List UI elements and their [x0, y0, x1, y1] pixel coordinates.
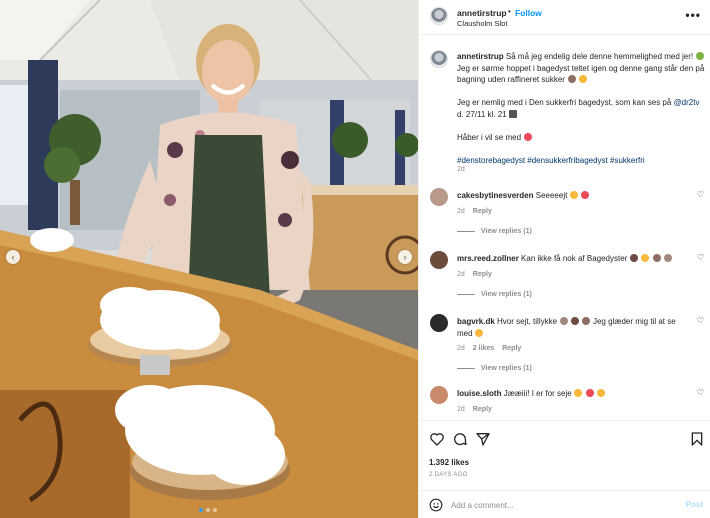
next-photo-button[interactable]: › — [398, 250, 412, 264]
heart-emoji-icon — [581, 191, 590, 199]
like-comment-icon[interactable]: ♡ — [697, 388, 704, 397]
comment-text: cakesbytinesverden Seeeeejt — [457, 190, 689, 202]
reply-button[interactable]: Reply — [502, 345, 521, 352]
post-date[interactable]: 2 DAYS AGO — [429, 472, 468, 478]
previous-photo-button[interactable]: ‹ — [6, 250, 20, 264]
follow-button[interactable]: Follow — [515, 8, 542, 18]
carousel-dot — [213, 508, 217, 512]
reply-button[interactable]: Reply — [473, 406, 492, 413]
avatar[interactable] — [430, 386, 448, 404]
heart-emoji-icon — [585, 389, 594, 397]
separator-dot: • — [508, 7, 511, 16]
carousel-dots — [199, 508, 217, 512]
comment-likes[interactable]: 2 likes — [473, 345, 494, 352]
caption-username[interactable]: annetirstrup — [457, 52, 504, 61]
post-username[interactable]: annetirstrup — [457, 8, 507, 18]
view-replies-button[interactable]: View replies (1) — [457, 365, 532, 372]
comment-input[interactable] — [451, 498, 671, 512]
emoji-icon — [695, 52, 704, 60]
likes-count[interactable]: 1.392 likes — [429, 458, 469, 467]
caption-timestamp[interactable]: 2d — [457, 166, 465, 173]
emoji-icon — [663, 254, 672, 262]
view-replies-label: View replies (1) — [481, 291, 532, 298]
avatar[interactable] — [430, 188, 448, 206]
heart-icon[interactable] — [429, 431, 445, 447]
post-panel: annetirstrup • Follow Clausholm Slot •••… — [418, 0, 710, 518]
add-comment-bar: Post — [419, 490, 710, 518]
avatar[interactable] — [430, 314, 448, 332]
divider-line — [457, 368, 475, 369]
like-comment-icon[interactable]: ♡ — [697, 190, 704, 199]
comment-meta: 2d Reply — [457, 208, 492, 215]
post-location[interactable]: Clausholm Slot — [457, 19, 507, 28]
avatar[interactable] — [430, 251, 448, 269]
comment-text: bagvrk.dk Hvor sejt, tillykke Jeg glæder… — [457, 316, 689, 339]
heart-emoji-icon — [523, 132, 532, 141]
emoji-smile-icon[interactable] — [429, 498, 443, 512]
like-comment-icon[interactable]: ♡ — [697, 253, 704, 262]
instagram-post: ‹ › annetirstrup • Follow Clausholm Slot… — [0, 0, 710, 518]
view-replies-button[interactable]: View replies (1) — [457, 291, 532, 298]
comment-time[interactable]: 2d — [457, 406, 465, 413]
comment-text: louise.sloth Jææiii! I er for seje — [457, 388, 689, 400]
emoji-icon — [567, 75, 576, 83]
divider-line — [457, 231, 475, 232]
share-icon[interactable] — [475, 431, 491, 447]
emoji-icon — [596, 389, 605, 397]
caption-line-3a: Jeg er nemlig med i Den sukkerfri bagedy… — [457, 98, 672, 107]
post-header: annetirstrup • Follow Clausholm Slot ••• — [419, 0, 710, 35]
comment-meta: 2d Reply — [457, 271, 492, 278]
divider-line — [457, 294, 475, 295]
comment-meta: 2d Reply — [457, 406, 492, 413]
comment-body: Jææiii! I er for seje — [503, 389, 572, 398]
comment-body: Kan ikke få nok af Bagedyster — [521, 254, 628, 263]
comment-username[interactable]: cakesbytinesverden — [457, 191, 534, 200]
more-options-icon[interactable]: ••• — [685, 8, 701, 22]
avatar[interactable] — [430, 50, 448, 68]
emoji-icon — [630, 254, 639, 262]
comment-body: Seeeeejt — [535, 191, 568, 200]
bookmark-icon[interactable] — [689, 431, 705, 447]
reply-button[interactable]: Reply — [473, 271, 492, 278]
carousel-dot — [206, 508, 210, 512]
comment-time[interactable]: 2d — [457, 208, 465, 215]
hashtags-link[interactable]: #denstorebagedyst #densukkerfribagedyst … — [457, 156, 645, 165]
emoji-icon — [559, 317, 568, 325]
view-replies-label: View replies (1) — [481, 365, 532, 372]
photo-illustration — [0, 0, 418, 518]
tv-emoji-icon — [509, 109, 518, 118]
comment-meta: 2d 2 likes Reply — [457, 345, 521, 352]
emoji-icon — [582, 317, 591, 325]
comment-icon[interactable] — [452, 431, 468, 447]
post-caption: annetirstrup Så må jeg endelig dele denn… — [457, 51, 707, 166]
comments-scroll[interactable]: annetirstrup Så må jeg endelig dele denn… — [419, 36, 710, 420]
comment-body: Hvor sejt, tillykke — [497, 317, 558, 326]
emoji-icon — [574, 389, 583, 397]
emoji-icon — [571, 317, 580, 325]
avatar[interactable] — [430, 7, 448, 25]
comment-time[interactable]: 2d — [457, 271, 465, 278]
emoji-icon — [570, 191, 579, 199]
comment-username[interactable]: mrs.reed.zollner — [457, 254, 519, 263]
emoji-icon — [641, 254, 650, 262]
view-replies-button[interactable]: View replies (1) — [457, 228, 532, 235]
comment-username[interactable]: bagvrk.dk — [457, 317, 495, 326]
mention-link[interactable]: @dr2tv — [674, 98, 700, 107]
post-photo[interactable]: ‹ › — [0, 0, 418, 518]
view-replies-label: View replies (1) — [481, 228, 532, 235]
caption-line-1: Så må jeg endelig dele denne hemmelighed… — [505, 52, 694, 61]
post-comment-button[interactable]: Post — [686, 500, 703, 509]
emoji-icon — [578, 75, 587, 83]
caption-line-4: Håber i vil se med — [457, 132, 522, 142]
like-comment-icon[interactable]: ♡ — [697, 316, 704, 325]
caption-line-3b: d. 27/11 kl. 21 — [457, 109, 507, 119]
comment-time[interactable]: 2d — [457, 345, 465, 352]
comment-text: mrs.reed.zollner Kan ikke få nok af Bage… — [457, 253, 689, 265]
emoji-icon — [652, 254, 661, 262]
post-actions: 1.392 likes 2 DAYS AGO — [419, 420, 710, 490]
reply-button[interactable]: Reply — [473, 208, 492, 215]
comment-username[interactable]: louise.sloth — [457, 389, 501, 398]
emoji-icon — [475, 328, 484, 337]
carousel-dot — [199, 508, 203, 512]
